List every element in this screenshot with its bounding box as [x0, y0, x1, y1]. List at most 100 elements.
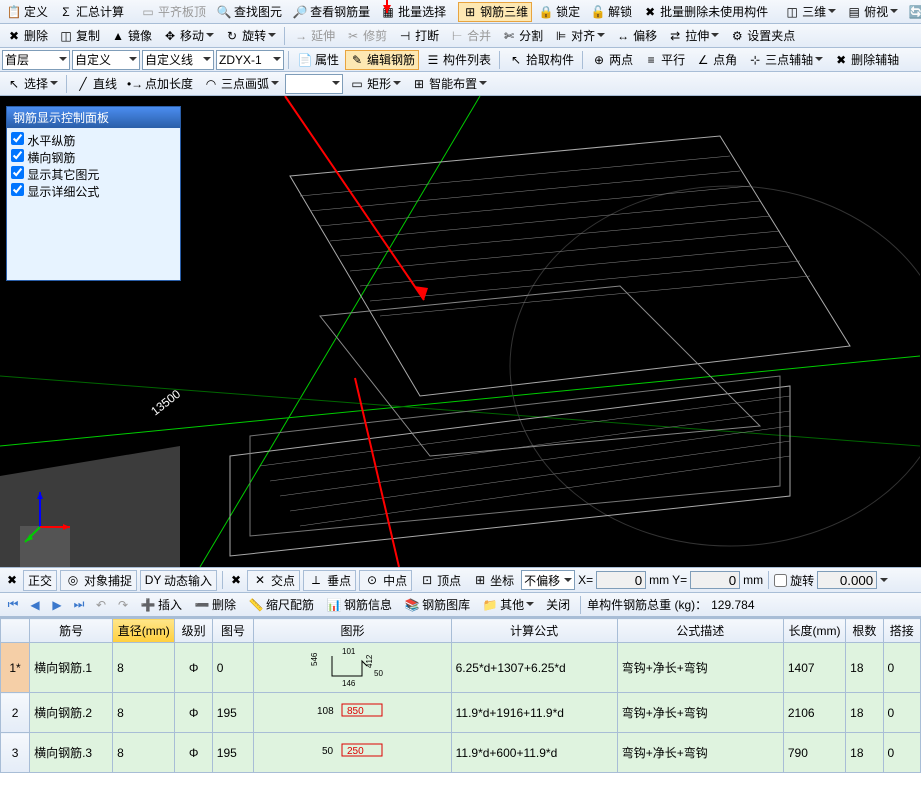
cell-shape[interactable]: 108850 [254, 693, 451, 733]
nav-first[interactable]: ⏮ [4, 596, 22, 614]
btn-delete[interactable]: ✖删除 [2, 26, 52, 46]
nav-next[interactable]: ▶ [48, 596, 66, 614]
cell-shape[interactable]: 10154641250146 [254, 643, 451, 693]
btn-smart[interactable]: ⊞智能布置 [407, 74, 491, 94]
btn-view-qty[interactable]: 🔎查看钢筋量 [288, 2, 374, 22]
cell-lap[interactable]: 0 [883, 643, 920, 693]
col-desc[interactable]: 公式描述 [617, 619, 783, 643]
row-index[interactable]: 1* [1, 643, 30, 693]
btn-ptlen[interactable]: •→点加长度 [123, 74, 197, 94]
cell-lvl[interactable]: Φ [175, 643, 212, 693]
cell-lvl[interactable]: Φ [175, 733, 212, 773]
viewport-3d[interactable]: 13500 钢筋显示控制面板 水平纵筋 横向钢筋 显示其它图元 显示详细公式 [0, 96, 921, 567]
btn-delete-row[interactable]: ➖删除 [190, 595, 240, 615]
table-row[interactable]: 1*横向钢筋.18Φ 0 101546412501466.25*d+1307+6.2… [1, 643, 921, 693]
btn-ortho[interactable]: 正交 [23, 570, 57, 591]
cell-name[interactable]: 横向钢筋.3 [30, 733, 113, 773]
row-index[interactable]: 3 [1, 733, 30, 773]
chk-trans[interactable]: 横向钢筋 [11, 149, 176, 166]
cell-len[interactable]: 790 [783, 733, 845, 773]
cell-name[interactable]: 横向钢筋.1 [30, 643, 113, 693]
btn-define[interactable]: 📋定义 [2, 2, 52, 22]
cell-lap[interactable]: 0 [883, 733, 920, 773]
btn-3d-rebar[interactable]: ⊞钢筋三维 [458, 2, 532, 22]
btn-rebar-info[interactable]: 📊钢筋信息 [322, 595, 396, 615]
cell-desc[interactable]: 弯钩+净长+弯钩 [617, 643, 783, 693]
btn-comp-list[interactable]: ☰构件列表 [421, 50, 495, 70]
combo-custom[interactable] [72, 50, 140, 70]
btn-rotate[interactable]: ↻旋转 [220, 26, 280, 46]
btn-extend[interactable]: →延伸 [289, 26, 339, 46]
snap-coord[interactable]: ⊞坐标 [468, 570, 518, 590]
btn-dyn[interactable]: 🔄动态 [904, 2, 921, 22]
cell-fig[interactable]: 195 [212, 693, 254, 733]
btn-rebar-lib[interactable]: 📚钢筋图库 [400, 595, 474, 615]
btn-flat[interactable]: ▭平齐板顶 [136, 2, 210, 22]
combo-floor[interactable] [2, 50, 70, 70]
btn-scale[interactable]: 📏缩尺配筋 [244, 595, 318, 615]
col-len[interactable]: 长度(mm) [783, 619, 845, 643]
combo-blank[interactable] [285, 74, 343, 94]
btn-mirror[interactable]: ▲镜像 [106, 26, 156, 46]
col-cnt[interactable]: 根数 [846, 619, 883, 643]
btn-close[interactable]: 关闭 [542, 595, 574, 615]
col-fig[interactable]: 图号 [212, 619, 254, 643]
btn-align[interactable]: ⊫对齐 [549, 26, 609, 46]
btn-move[interactable]: ✥移动 [158, 26, 218, 46]
col-idx[interactable] [1, 619, 30, 643]
btn-sum[interactable]: Σ汇总计算 [54, 2, 128, 22]
gear2-icon[interactable]: ✖ [228, 572, 244, 588]
snap-perp[interactable]: ⟂垂点 [303, 570, 356, 591]
cell-dia[interactable]: 8 [113, 693, 175, 733]
btn-merge[interactable]: ⊢合并 [445, 26, 495, 46]
x-input[interactable] [596, 571, 646, 589]
btn-grip[interactable]: ⚙设置夹点 [725, 26, 799, 46]
chk-horiz[interactable]: 水平纵筋 [11, 132, 176, 149]
btn-unlock[interactable]: 🔓解锁 [586, 2, 636, 22]
btn-break[interactable]: ⊣打断 [393, 26, 443, 46]
cell-cnt[interactable]: 18 [846, 693, 883, 733]
nav-prev[interactable]: ◀ [26, 596, 44, 614]
table-row[interactable]: 3横向钢筋.38Φ1955025011.9*d+600+11.9*d弯钩+净长+… [1, 733, 921, 773]
cell-dia[interactable]: 8 [113, 733, 175, 773]
btn-other[interactable]: 📁其他 [478, 595, 538, 615]
btn-batch-del[interactable]: ✖批量删除未使用构件 [638, 2, 772, 22]
cell-desc[interactable]: 弯钩+净长+弯钩 [617, 693, 783, 733]
btn-2pt[interactable]: ⊕两点 [587, 50, 637, 70]
btn-split[interactable]: ✄分割 [497, 26, 547, 46]
cell-name[interactable]: 横向钢筋.2 [30, 693, 113, 733]
col-formula[interactable]: 计算公式 [451, 619, 617, 643]
gear-icon[interactable]: ✖ [4, 572, 20, 588]
cell-lvl[interactable]: Φ [175, 693, 212, 733]
btn-del-aux[interactable]: ✖删除辅轴 [829, 50, 903, 70]
btn-props[interactable]: 📄属性 [293, 50, 343, 70]
nav-undo[interactable]: ↶ [92, 596, 110, 614]
cell-dia[interactable]: 8 [113, 643, 175, 693]
snap-mid[interactable]: ⊙中点 [359, 570, 412, 591]
cell-shape[interactable]: 50250 [254, 733, 451, 773]
cell-fig[interactable]: 195 [212, 733, 254, 773]
btn-parallel[interactable]: ≡平行 [639, 50, 689, 70]
cell-len[interactable]: 1407 [783, 643, 845, 693]
btn-dyninput[interactable]: DY动态输入 [140, 570, 217, 591]
col-lvl[interactable]: 级别 [175, 619, 212, 643]
btn-find[interactable]: 🔍查找图元 [212, 2, 286, 22]
chk-rotate[interactable] [774, 574, 787, 587]
snap-vertex[interactable]: ⊡顶点 [415, 570, 465, 590]
col-dia[interactable]: 直径(mm) [113, 619, 175, 643]
cell-cnt[interactable]: 18 [846, 733, 883, 773]
combo-line[interactable] [142, 50, 214, 70]
btn-line[interactable]: ╱直线 [71, 74, 121, 94]
col-name[interactable]: 筋号 [30, 619, 113, 643]
btn-3pt-aux[interactable]: ⊹三点辅轴 [743, 50, 827, 70]
cell-formula[interactable]: 11.9*d+1916+11.9*d [451, 693, 617, 733]
cell-formula[interactable]: 6.25*d+1307+6.25*d [451, 643, 617, 693]
snap-intersect[interactable]: ✕交点 [247, 570, 300, 591]
combo-zdyx[interactable] [216, 50, 284, 70]
angle-input[interactable] [817, 571, 877, 589]
col-lap[interactable]: 搭接 [883, 619, 920, 643]
cell-len[interactable]: 2106 [783, 693, 845, 733]
btn-3d[interactable]: ◫三维 [780, 2, 840, 22]
row-index[interactable]: 2 [1, 693, 30, 733]
cell-desc[interactable]: 弯钩+净长+弯钩 [617, 733, 783, 773]
